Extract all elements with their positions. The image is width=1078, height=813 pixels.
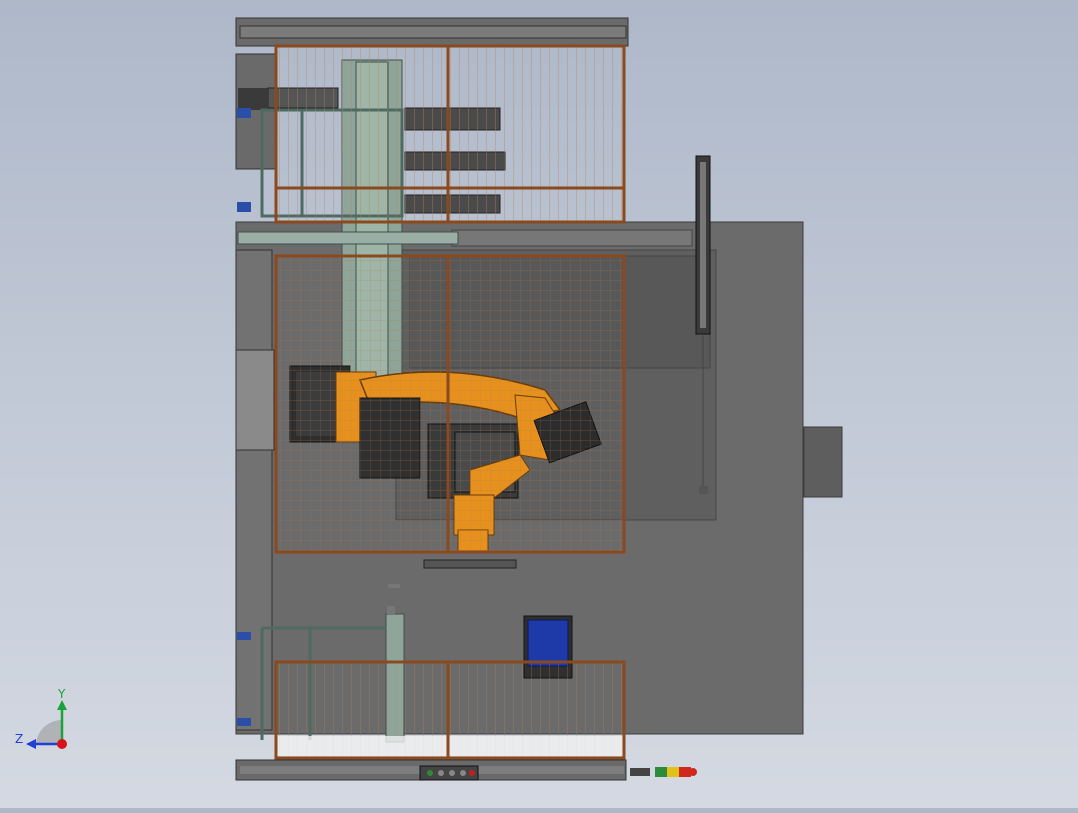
safety-fence-middle (274, 254, 626, 554)
button-panel (419, 765, 479, 781)
cad-viewport[interactable]: Y Z (0, 0, 1078, 808)
z-axis-label: Z (15, 732, 23, 746)
x-axis-dot (57, 739, 67, 749)
stack-light (630, 767, 697, 777)
orientation-triad: Y Z (15, 687, 67, 749)
triad-quadrant (36, 719, 62, 744)
safety-fence-top (274, 44, 626, 224)
y-axis-label: Y (57, 687, 66, 701)
safety-fence-bottom (274, 660, 626, 760)
